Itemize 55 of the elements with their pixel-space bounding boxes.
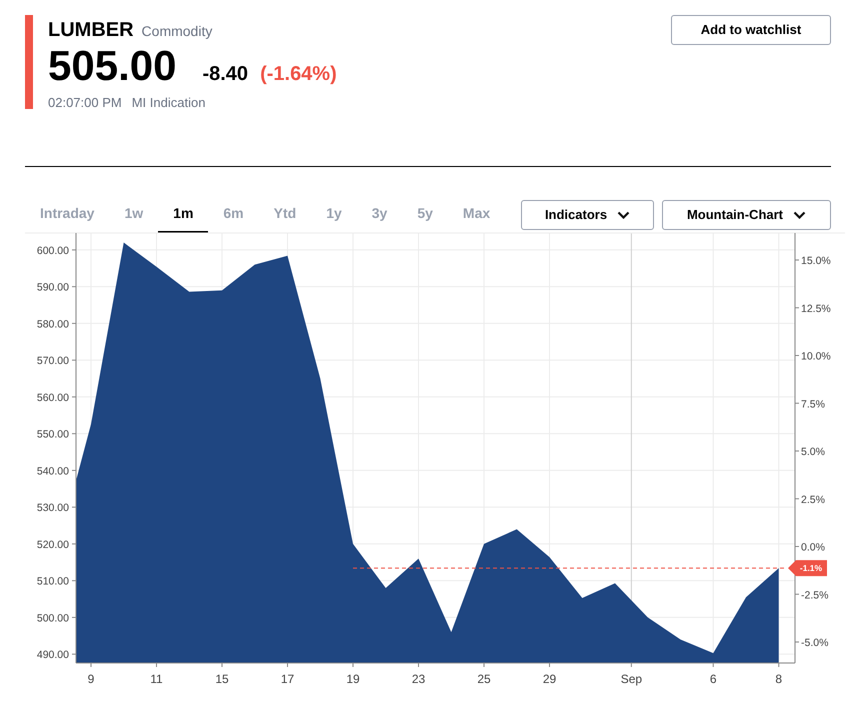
quote-time: 02:07:00 PM xyxy=(48,94,122,112)
percent-axis-label: 5.0% xyxy=(801,446,825,458)
y-axis-label: 530.00 xyxy=(36,502,69,514)
y-axis-label: 570.00 xyxy=(36,355,69,368)
symbol-title: LUMBER xyxy=(48,18,134,43)
range-tab[interactable]: 1m xyxy=(158,196,208,232)
x-axis-label: 11 xyxy=(150,672,163,686)
y-axis-label: 550.00 xyxy=(36,428,69,441)
dropdown-button[interactable]: Indicators xyxy=(521,200,654,230)
y-axis-label: 590.00 xyxy=(36,282,69,294)
price-change: -8.40 xyxy=(202,62,248,87)
range-tab[interactable]: 1w xyxy=(109,196,158,232)
last-price-tag xyxy=(788,560,827,576)
x-axis-label: 15 xyxy=(215,672,229,686)
instrument-type: Commodity xyxy=(142,22,212,41)
percent-axis-label: 0.0% xyxy=(801,542,825,554)
percent-change: (-1.64%) xyxy=(260,62,337,87)
range-tab[interactable]: 6m xyxy=(208,196,259,232)
y-axis-label: 580.00 xyxy=(36,318,69,330)
price: 505.00 xyxy=(48,45,176,87)
y-axis-label: 510.00 xyxy=(36,576,69,588)
range-tab[interactable]: Intraday xyxy=(25,196,110,232)
x-axis-label: 8 xyxy=(775,672,782,686)
y-axis-label: 540.00 xyxy=(36,465,69,478)
x-axis-label: 17 xyxy=(280,672,294,686)
percent-axis-label: 12.5% xyxy=(801,302,831,315)
chevron-down-icon xyxy=(617,210,630,218)
y-axis-label: 520.00 xyxy=(36,538,69,551)
quote-source: MI Indication xyxy=(132,94,206,112)
x-axis-label: 29 xyxy=(542,672,556,686)
x-axis-label: 9 xyxy=(88,672,94,686)
x-axis-label: 25 xyxy=(477,672,491,686)
range-tab[interactable]: 5y xyxy=(402,196,448,232)
range-tab[interactable]: 1y xyxy=(311,196,357,232)
y-axis-label: 490.00 xyxy=(36,649,69,662)
x-axis-label: Sep xyxy=(620,672,642,686)
x-axis-label: 23 xyxy=(412,672,426,686)
y-axis-label: 560.00 xyxy=(36,392,69,404)
percent-axis-label: 7.5% xyxy=(801,398,825,410)
chevron-down-icon xyxy=(793,210,806,218)
add-to-watchlist-button[interactable]: Add to watchlist xyxy=(671,15,831,45)
range-tab[interactable]: Max xyxy=(448,196,506,232)
percent-axis-label: -5.0% xyxy=(801,637,828,649)
percent-axis-label: 15.0% xyxy=(801,255,831,267)
y-axis-label: 500.00 xyxy=(36,612,69,624)
range-tab[interactable]: Ytd xyxy=(258,196,312,232)
dropdown-button[interactable]: Mountain-Chart xyxy=(662,200,831,230)
x-axis-label: 6 xyxy=(710,672,717,686)
x-axis-label: 19 xyxy=(346,672,360,686)
range-tab[interactable]: 3y xyxy=(356,196,402,232)
y-axis-label: 600.00 xyxy=(36,244,69,257)
last-price-label: -1.1% xyxy=(800,563,822,574)
percent-axis-label: 10.0% xyxy=(801,350,831,362)
percent-axis-label: 2.5% xyxy=(801,494,825,506)
percent-axis-label: -2.5% xyxy=(801,589,828,602)
